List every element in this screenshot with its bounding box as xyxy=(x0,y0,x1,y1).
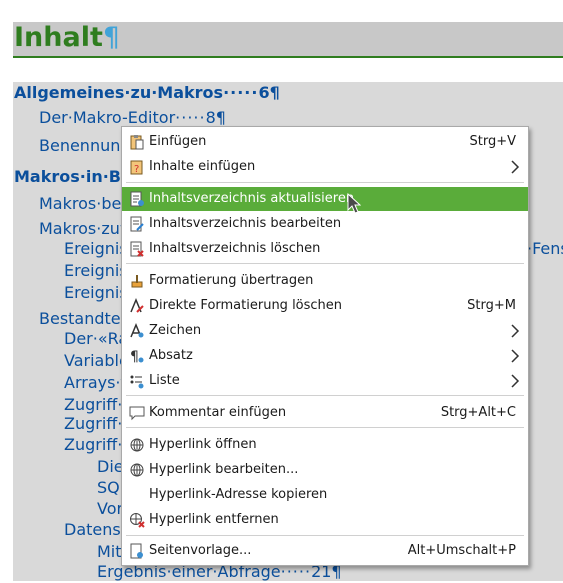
svg-text:?: ? xyxy=(134,164,139,175)
menu-item-paste-special[interactable]: ? Inhalte einfügen xyxy=(122,155,528,179)
toc-entry[interactable]: Mit xyxy=(97,541,122,563)
chevron-right-icon xyxy=(511,324,520,338)
menu-item-update-toc[interactable]: Inhaltsverzeichnis aktualisieren xyxy=(122,187,528,211)
clipboard-paste-icon xyxy=(130,135,144,150)
toc-entry[interactable]: Zugriff· xyxy=(64,413,122,435)
chevron-right-icon xyxy=(511,160,520,174)
comment-icon xyxy=(129,406,145,421)
menu-item-paste[interactable]: Einfügen Strg+V xyxy=(122,130,528,154)
menu-separator xyxy=(126,535,524,536)
menu-separator xyxy=(126,395,524,396)
menu-item-edit-toc[interactable]: Inhaltsverzeichnis bearbeiten xyxy=(122,212,528,236)
toc-delete-icon xyxy=(130,241,144,257)
toc-entry[interactable]: Bestandtei xyxy=(39,308,125,330)
menu-item-clear-direct-formatting[interactable]: Direkte Formatierung löschen Strg+M xyxy=(122,294,528,318)
toc-entry[interactable]: Der·«Ra xyxy=(64,328,128,350)
toc-entry[interactable]: Ereignis xyxy=(64,238,128,260)
toc-entry[interactable]: Variable xyxy=(64,350,129,372)
hyperlink-open-icon xyxy=(130,438,144,452)
menu-item-page-style[interactable]: Seitenvorlage... Alt+Umschalt+P xyxy=(122,539,528,563)
clone-formatting-icon xyxy=(131,275,143,288)
svg-text:¶: ¶ xyxy=(130,349,139,364)
menu-item-copy-hyperlink-address[interactable]: Hyperlink-Adresse kopieren xyxy=(122,483,528,507)
menu-item-delete-toc[interactable]: Inhaltsverzeichnis löschen xyxy=(122,237,528,261)
menu-item-clone-formatting[interactable]: Formatierung übertragen xyxy=(122,269,528,293)
list-icon xyxy=(130,375,144,389)
toc-entry[interactable]: SQ xyxy=(97,477,120,499)
toc-entry[interactable]: Zugriff· xyxy=(64,434,122,456)
menu-item-list[interactable]: Liste xyxy=(122,369,528,393)
page-style-icon xyxy=(130,543,143,559)
clear-formatting-icon xyxy=(130,298,144,313)
chevron-right-icon xyxy=(511,349,520,363)
hyperlink-edit-icon xyxy=(130,463,144,477)
toc-entry-overflow-text: ·Fens xyxy=(527,239,563,258)
context-menu: Einfügen Strg+V ? Inhalte einfügen Inhal… xyxy=(121,126,529,566)
paste-special-icon: ? xyxy=(130,160,143,175)
menu-item-remove-hyperlink[interactable]: Hyperlink entfernen xyxy=(122,508,528,532)
toc-entry[interactable]: Makros·in·Ba xyxy=(14,166,132,188)
toc-update-icon xyxy=(130,191,144,207)
toc-entry[interactable]: Benennung xyxy=(39,135,131,157)
toc-edit-icon xyxy=(130,216,144,232)
heading-underline xyxy=(13,56,563,58)
menu-separator xyxy=(126,427,524,428)
chevron-right-icon xyxy=(511,374,520,388)
toc-entry[interactable]: Allgemeines·zu·Makros·····6¶ xyxy=(14,82,280,104)
character-icon xyxy=(130,323,144,338)
menu-separator xyxy=(126,263,524,264)
hyperlink-remove-icon xyxy=(130,513,145,528)
menu-item-character[interactable]: Zeichen xyxy=(122,319,528,343)
menu-item-paragraph[interactable]: ¶ Absatz xyxy=(122,344,528,368)
menu-item-insert-comment[interactable]: Kommentar einfügen Strg+Alt+C xyxy=(122,401,528,425)
toc-entry[interactable]: Arrays·f xyxy=(64,372,126,394)
toc-entry[interactable]: Ereignis xyxy=(64,260,128,282)
toc-entry[interactable]: Makros·bei xyxy=(39,193,126,215)
menu-separator xyxy=(126,182,524,183)
menu-item-edit-hyperlink[interactable]: Hyperlink bearbeiten... xyxy=(122,458,528,482)
mouse-pointer-icon xyxy=(347,193,361,214)
menu-item-open-hyperlink[interactable]: Hyperlink öffnen xyxy=(122,433,528,457)
toc-entry[interactable]: Makros·zuw xyxy=(39,218,133,240)
paragraph-icon: ¶ xyxy=(130,349,144,364)
toc-heading[interactable]: Inhalt¶ xyxy=(14,20,120,56)
toc-entry[interactable]: Vor xyxy=(97,498,123,520)
toc-entry[interactable]: Die xyxy=(97,456,124,478)
toc-entry[interactable]: Ereignis xyxy=(64,282,128,304)
